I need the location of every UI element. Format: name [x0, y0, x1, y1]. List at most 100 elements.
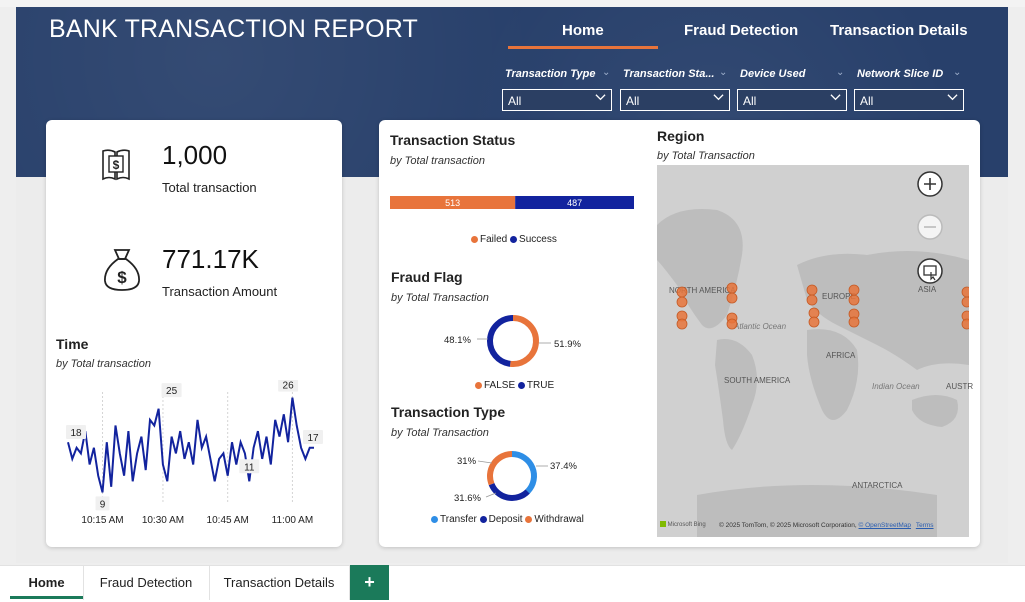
kpi-total-transaction-label: Total transaction — [162, 180, 257, 195]
type-slice-transfer[interactable] — [511, 451, 537, 494]
transaction-type-subtitle: by Total Transaction — [391, 427, 489, 439]
nav-transaction-details[interactable]: Transaction Details — [830, 22, 968, 39]
time-x-tick-label: 10:30 AM — [142, 515, 184, 526]
report-title: BANK TRANSACTION REPORT — [49, 15, 419, 43]
map-label-indian-ocean: Indian Ocean — [872, 382, 920, 391]
kpi-transaction-amount-value: 771.17K — [162, 244, 259, 274]
time-x-tick-label: 10:15 AM — [81, 515, 123, 526]
slicer-transaction-type[interactable]: All — [502, 89, 612, 111]
time-x-tick-label: 10:45 AM — [207, 515, 249, 526]
legend-dot-success — [510, 235, 518, 243]
nav-active-underline — [508, 46, 658, 49]
map-bubble — [848, 294, 860, 306]
slicer-value: All — [508, 94, 522, 108]
terms-link[interactable]: Terms — [916, 522, 934, 529]
type-slice-deposit[interactable] — [488, 482, 530, 501]
region-title: Region — [657, 128, 705, 144]
slicer-device-used[interactable]: All — [737, 89, 847, 111]
legend-dot-false — [475, 381, 482, 389]
transaction-status-bar: 513 487 — [390, 196, 634, 209]
zoom-out-icon[interactable] — [916, 213, 944, 241]
page-tab-fraud-detection[interactable]: Fraud Detection — [83, 565, 210, 600]
bing-logo-text: Microsoft Bing — [667, 522, 706, 528]
status-label-failed: 513 — [445, 198, 460, 208]
fraud-flag-legend: FALSE TRUE — [475, 380, 554, 391]
time-line-chart: 10:15 AM 10:30 AM 10:45 AM 11:00 AM 18 9 25 11 2… — [66, 380, 323, 526]
attribution-text: © 2025 TomTom, © 2025 Microsoft Corporat… — [719, 522, 859, 529]
fraud-slice-true[interactable] — [487, 315, 514, 367]
svg-text:$: $ — [117, 268, 127, 287]
type-leader-line — [477, 460, 493, 464]
map-bubble — [848, 316, 860, 328]
time-data-label: 11 — [244, 462, 255, 473]
type-label-withdrawal: 31% — [457, 456, 477, 467]
page-tab-home[interactable]: Home — [10, 565, 84, 600]
map-bubble — [676, 318, 688, 330]
transaction-status-subtitle: by Total transaction — [390, 155, 485, 167]
window-top-strip — [0, 0, 1025, 7]
legend-true: TRUE — [526, 380, 555, 391]
chevron-down-icon — [713, 94, 724, 101]
page-tab-transaction-details[interactable]: Transaction Details — [209, 565, 350, 600]
chevron-down-icon — [595, 94, 606, 101]
money-bag-icon: $ — [104, 249, 140, 291]
time-data-label: 9 — [100, 499, 106, 510]
map-bubble — [961, 318, 969, 330]
time-series-line — [67, 397, 314, 493]
bing-logo: Microsoft Bing — [660, 521, 706, 528]
fraud-label-false: 51.9% — [554, 339, 581, 350]
map-bubble — [726, 318, 738, 330]
map-bubble — [848, 284, 860, 296]
map-attribution: © 2025 TomTom, © 2025 Microsoft Corporat… — [719, 522, 934, 529]
type-slice-withdrawal[interactable] — [487, 451, 513, 486]
time-data-label: 18 — [70, 428, 82, 439]
transaction-type-donut: 37.4% 31.6% 31% — [454, 451, 577, 504]
map-label-antarctica: ANTARCTICA — [852, 481, 903, 490]
map-label-south-america: SOUTH AMERICA — [724, 376, 791, 385]
slicer-label-transaction-status: Transaction Sta... — [623, 68, 715, 80]
map-bubble — [676, 296, 688, 308]
slicer-network-slice[interactable]: All — [854, 89, 964, 111]
map-bubble — [808, 307, 820, 319]
kpi-transaction-amount-label: Transaction Amount — [162, 284, 278, 299]
page-tab-label: Home — [28, 575, 65, 590]
time-data-label: 17 — [307, 433, 319, 444]
nav-fraud-detection[interactable]: Fraud Detection — [684, 22, 798, 39]
legend-deposit: Deposit — [488, 514, 523, 525]
status-label-success: 487 — [567, 198, 582, 208]
fraud-flag-subtitle: by Total Transaction — [391, 292, 489, 304]
nav-home[interactable]: Home — [562, 22, 604, 39]
slicer-label-transaction-type: Transaction Type — [505, 68, 596, 80]
region-subtitle: by Total Transaction — [657, 150, 755, 162]
legend-failed: Failed — [480, 234, 508, 245]
transaction-type-title: Transaction Type — [391, 404, 506, 420]
transaction-status-title: Transaction Status — [390, 132, 516, 148]
map-label-africa: AFRICA — [826, 351, 856, 360]
time-data-label: 26 — [283, 381, 295, 392]
chevron-down-icon — [947, 94, 958, 101]
zoom-in-icon[interactable] — [916, 170, 944, 198]
fraud-flag-donut: 51.9% 48.1% — [444, 315, 581, 367]
slicer-label-network-slice: Network Slice ID — [857, 68, 944, 80]
active-tab-indicator — [10, 596, 83, 599]
legend-dot-failed — [471, 235, 478, 243]
page-tab-label: Transaction Details — [223, 575, 335, 590]
type-label-deposit: 31.6% — [454, 493, 481, 504]
legend-dot-withdrawal — [525, 515, 533, 523]
fraud-label-true: 48.1% — [444, 335, 471, 346]
fraud-slice-false[interactable] — [509, 315, 539, 367]
map-select-icon[interactable] — [916, 257, 944, 285]
chevron-down-icon: ⌄ — [953, 67, 962, 78]
svg-text:$: $ — [113, 158, 120, 172]
add-page-button[interactable]: + — [350, 565, 389, 600]
slicer-transaction-status[interactable]: All — [620, 89, 730, 111]
transaction-status-legend: Failed Success — [471, 234, 557, 245]
legend-dot-transfer — [431, 515, 438, 523]
legend-withdrawal: Withdrawal — [534, 514, 584, 525]
map-bubble — [808, 316, 820, 328]
slicer-value: All — [860, 94, 874, 108]
legend-dot-deposit — [479, 515, 487, 523]
osm-link[interactable]: © OpenStreetMap — [859, 522, 911, 529]
time-chart-title: Time — [56, 336, 89, 352]
page-tab-label: Fraud Detection — [99, 575, 193, 590]
